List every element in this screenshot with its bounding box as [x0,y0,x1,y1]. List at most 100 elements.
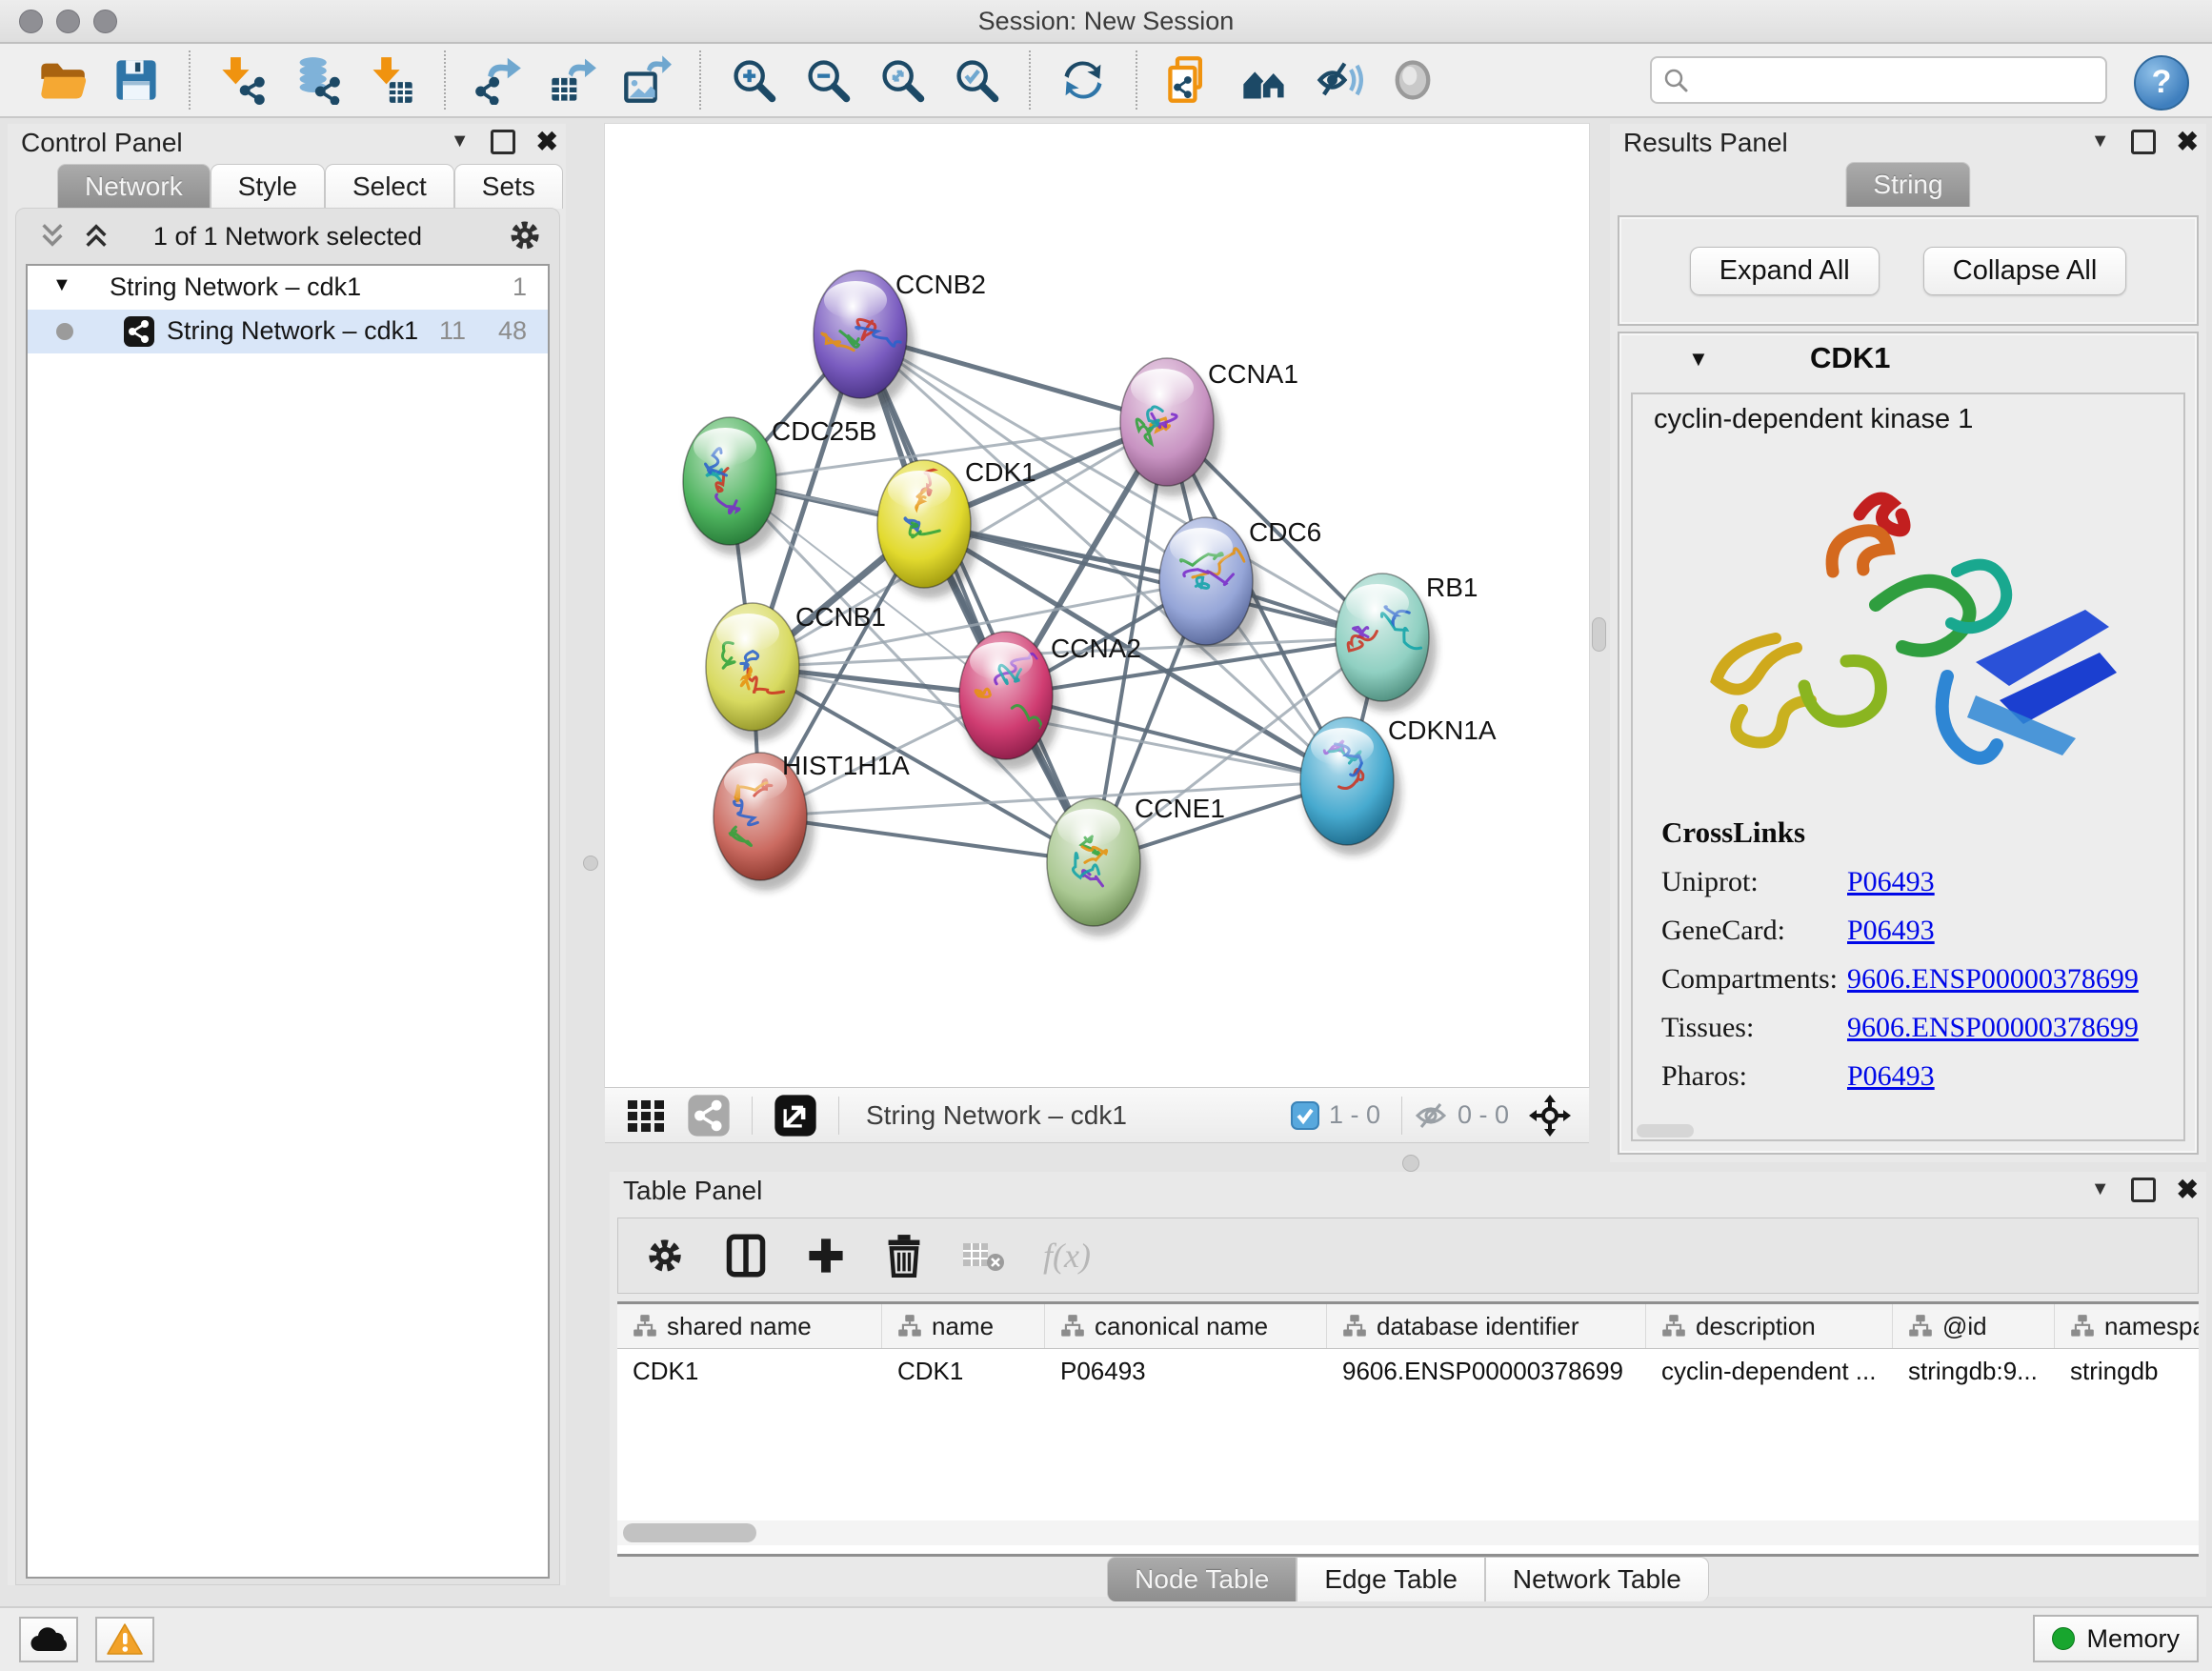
collection-caret-icon[interactable]: ▼ [52,274,71,296]
node-entry-header[interactable]: ▼ CDK1 [1619,333,2197,389]
column-header[interactable]: description [1646,1304,1893,1348]
gear-icon [643,1234,687,1278]
delete-column-button[interactable] [885,1234,923,1278]
expand-all-button[interactable]: Expand All [1690,247,1880,295]
network-thumbnail-button[interactable] [687,1094,731,1137]
import-table-button[interactable] [354,49,429,111]
panel-menu-icon[interactable]: ▼ [451,131,470,152]
network-view-canvas[interactable]: CCNB2CCNA1CDC25BCDK1CDC6RB1CCNB1CCNA2CDK… [605,124,1589,1087]
export-table-button[interactable] [535,49,610,111]
panel-close-icon[interactable]: ✖ [2177,1174,2199,1205]
table-cell[interactable]: 9606.ENSP00000378699 [1327,1349,1646,1393]
table-cell[interactable]: P06493 [1045,1349,1327,1393]
panel-float-icon[interactable] [491,130,515,154]
results-scrollbar-thumb[interactable] [1637,1124,1694,1137]
home-button[interactable] [1227,49,1301,111]
table-cell[interactable]: CDK1 [617,1349,882,1393]
refresh-icon [1058,55,1108,105]
eye-disabled-icon [1388,55,1438,105]
tab-network[interactable]: Network [57,164,211,209]
network-row-selected[interactable]: String Network – cdk1 11 48 [28,310,548,353]
delete-table-icon [961,1238,1005,1274]
hidden-eye-icon[interactable] [1414,1098,1448,1133]
birdseye-navigator-button[interactable] [1528,1094,1572,1137]
panel-float-icon[interactable] [2131,130,2156,154]
right-splitter-handle[interactable] [1592,617,1606,652]
tab-network-table[interactable]: Network Table [1485,1557,1709,1601]
detach-view-button[interactable] [774,1094,817,1137]
network-graph[interactable]: CCNB2CCNA1CDC25BCDK1CDC6RB1CCNB1CCNA2CDK… [605,124,1589,1087]
svg-text:HIST1H1A: HIST1H1A [782,751,910,780]
zoom-selected-button[interactable] [939,49,1014,111]
table-cell[interactable]: stringdb [2055,1349,2199,1393]
column-header[interactable]: database identifier [1327,1304,1646,1348]
show-columns-button[interactable] [725,1234,767,1278]
plus-icon [805,1235,847,1277]
panel-close-icon[interactable]: ✖ [536,126,558,157]
cloud-status-button[interactable] [19,1617,78,1662]
clone-network-button[interactable] [1153,49,1227,111]
table-cell[interactable]: cyclin-dependent ... [1646,1349,1893,1393]
panel-menu-icon[interactable]: ▼ [2091,131,2110,152]
column-header[interactable]: shared name [617,1304,882,1348]
help-button[interactable]: ? [2134,55,2189,111]
column-header[interactable]: namespac [2055,1304,2199,1348]
show-all-button[interactable] [1376,49,1450,111]
add-column-button[interactable] [805,1235,847,1277]
memory-button[interactable]: Memory [2033,1615,2199,1662]
column-header[interactable]: @id [1893,1304,2055,1348]
crosslink-link[interactable]: P06493 [1847,1060,1935,1093]
import-network-from-database-button[interactable] [280,49,354,111]
column-header[interactable]: canonical name [1045,1304,1327,1348]
panel-menu-icon[interactable]: ▼ [2091,1178,2110,1200]
column-header[interactable]: name [882,1304,1045,1348]
network-selection-status: 1 of 1 Network selected [16,222,559,252]
crosslink-row: Uniprot:P06493 [1661,866,2168,898]
network-collection-row[interactable]: ▼ String Network – cdk1 1 [28,266,548,310]
crosslink-label: GeneCard: [1661,915,1847,947]
grid-view-button[interactable] [626,1095,668,1137]
table-horizontal-scrollbar[interactable] [617,1520,2199,1545]
tab-node-table[interactable]: Node Table [1107,1557,1297,1601]
save-session-button[interactable] [99,49,173,111]
delete-table-button-disabled [961,1238,1005,1274]
toolbar-separator [838,1097,839,1135]
crosslink-link[interactable]: P06493 [1847,915,1935,947]
table-settings-button[interactable] [643,1234,687,1278]
export-table-icon [548,55,597,105]
panel-float-icon[interactable] [2131,1178,2156,1202]
table-cell[interactable]: stringdb:9... [1893,1349,2055,1393]
left-splitter-handle[interactable] [583,856,598,871]
table-row[interactable]: CDK1CDK1P064939606.ENSP00000378699cyclin… [617,1349,2199,1393]
collapse-all-button[interactable]: Collapse All [1923,247,2127,295]
tab-edge-table[interactable]: Edge Table [1297,1557,1485,1601]
bottom-splitter-handle[interactable] [1402,1155,1419,1172]
tab-select[interactable]: Select [325,164,454,209]
warnings-button[interactable] [95,1617,154,1662]
hide-selected-button[interactable] [1301,49,1376,111]
refresh-button[interactable] [1046,49,1120,111]
crosslink-link[interactable]: 9606.ENSP00000378699 [1847,963,2139,996]
zoom-fit-button[interactable] [865,49,939,111]
gear-icon[interactable] [506,216,544,254]
zoom-in-button[interactable] [716,49,791,111]
scrollbar-thumb[interactable] [623,1523,756,1542]
svg-text:CDKN1A: CDKN1A [1388,715,1497,745]
open-session-button[interactable] [25,49,99,111]
toolbar-separator [752,1097,753,1135]
entry-caret-icon[interactable]: ▼ [1688,347,1709,372]
zoom-out-button[interactable] [791,49,865,111]
tab-string[interactable]: String [1845,162,1970,207]
panel-close-icon[interactable]: ✖ [2177,126,2199,157]
search-input[interactable] [1690,60,2105,100]
tab-sets[interactable]: Sets [454,164,563,209]
export-network-button[interactable] [461,49,535,111]
crosslink-link[interactable]: 9606.ENSP00000378699 [1847,1012,2139,1044]
selected-checkbox-icon[interactable] [1291,1101,1319,1130]
control-panel-tabs: Network Style Select Sets [57,164,563,209]
table-cell[interactable]: CDK1 [882,1349,1045,1393]
crosslink-link[interactable]: P06493 [1847,866,1935,898]
import-network-button[interactable] [206,49,280,111]
export-image-button[interactable] [610,49,684,111]
tab-style[interactable]: Style [211,164,325,209]
